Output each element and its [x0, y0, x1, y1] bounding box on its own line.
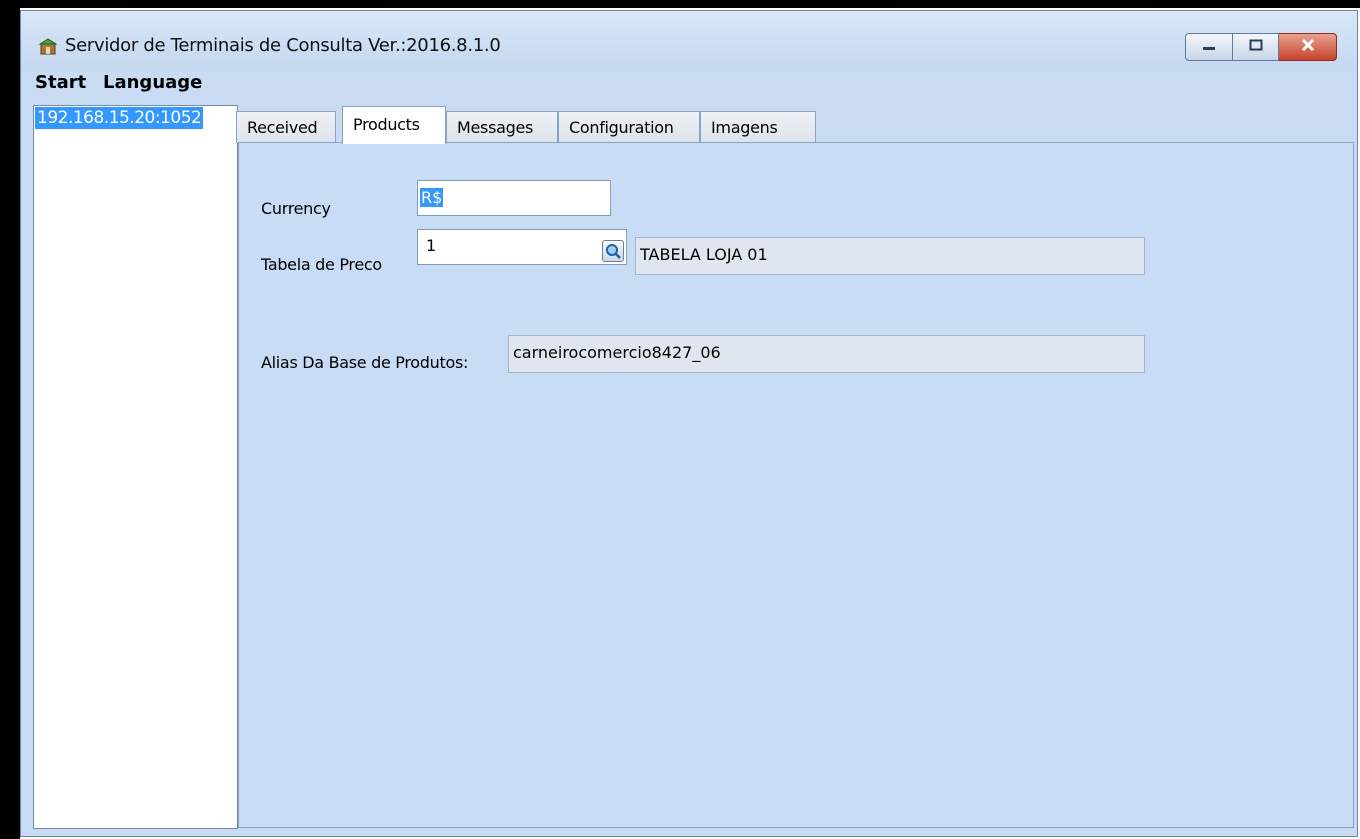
tab-products[interactable]: Products: [342, 106, 446, 144]
title-bar[interactable]: Servidor de Terminais de Consulta Ver.:2…: [21, 11, 1357, 71]
products-panel: Currency R$ Tabela de Preco 1 TABELA LOJ…: [238, 142, 1354, 828]
close-button[interactable]: [1279, 33, 1337, 61]
menu-bar: Start Language: [21, 71, 1357, 99]
terminal-list[interactable]: 192.168.15.20:1052: [33, 105, 238, 829]
tab-received[interactable]: Received: [236, 111, 336, 143]
menu-language[interactable]: Language: [103, 72, 202, 93]
currency-label: Currency: [261, 199, 331, 218]
app-window: Servidor de Terminais de Consulta Ver.:2…: [20, 10, 1358, 837]
tab-messages[interactable]: Messages: [446, 111, 558, 143]
alias-field: carneirocomercio8427_06: [508, 335, 1145, 373]
menu-start[interactable]: Start: [35, 72, 86, 93]
search-lookup-icon: [603, 244, 623, 265]
currency-input[interactable]: R$: [417, 180, 611, 216]
minimize-icon: [1202, 38, 1216, 56]
price-table-lookup-button[interactable]: [602, 240, 624, 262]
close-icon: [1300, 38, 1316, 57]
screen-left-edge: [0, 0, 20, 839]
tab-configuration[interactable]: Configuration: [558, 111, 700, 143]
maximize-button[interactable]: [1233, 33, 1279, 61]
window-title: Servidor de Terminais de Consulta Ver.:2…: [65, 35, 501, 56]
tab-strip: Received Products Messages Configuration…: [236, 103, 836, 144]
terminal-list-item[interactable]: 192.168.15.20:1052: [35, 107, 203, 129]
currency-value: R$: [420, 188, 444, 207]
tab-imagens[interactable]: Imagens: [700, 111, 816, 143]
price-table-input[interactable]: 1: [417, 229, 627, 265]
price-table-name: TABELA LOJA 01: [635, 237, 1145, 275]
minimize-button[interactable]: [1185, 33, 1233, 61]
price-table-value: 1: [426, 236, 437, 255]
alias-label: Alias Da Base de Produtos:: [261, 353, 469, 372]
screen-top-edge: [0, 0, 1360, 8]
maximize-icon: [1249, 38, 1263, 56]
app-icon: [38, 38, 58, 56]
price-table-label: Tabela de Preco: [261, 255, 382, 274]
